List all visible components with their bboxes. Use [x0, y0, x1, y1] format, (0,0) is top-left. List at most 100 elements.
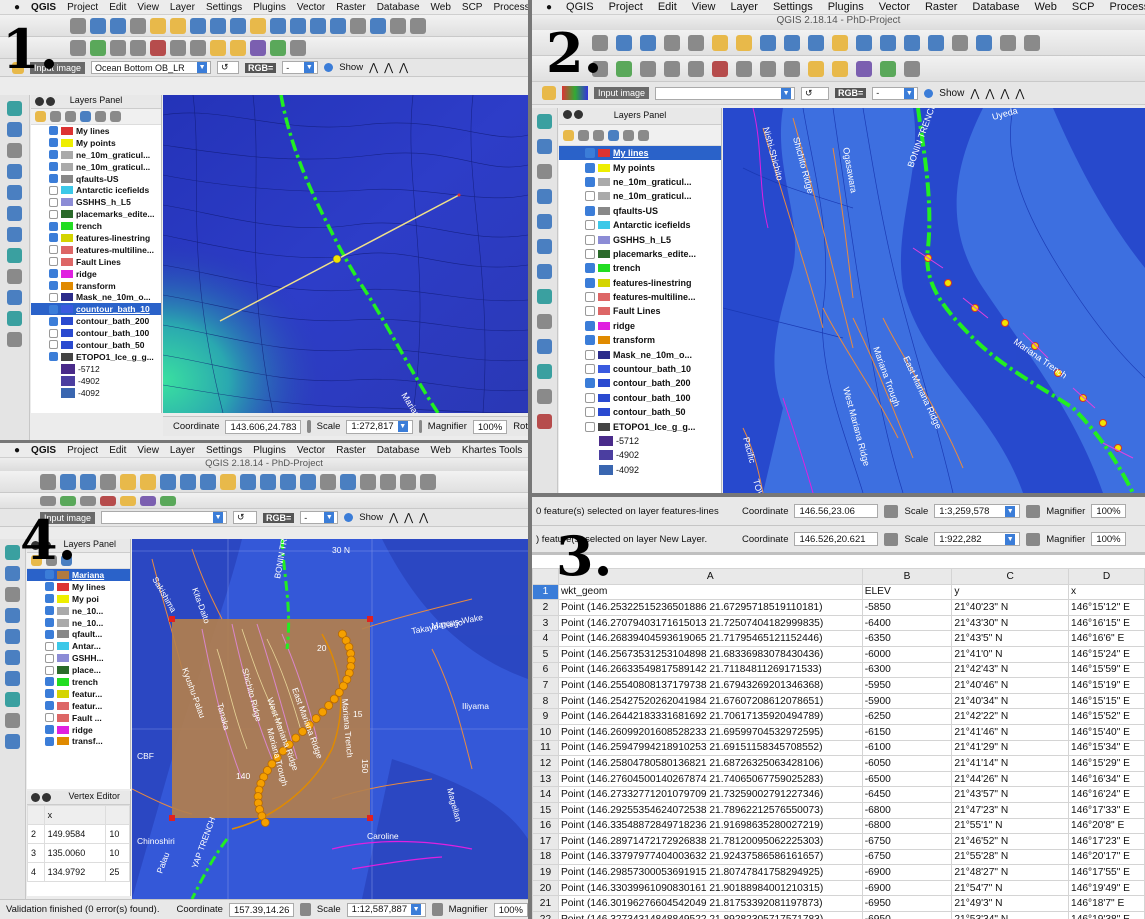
zoom-selection-icon[interactable] — [270, 17, 286, 34]
layer-visibility-checkbox[interactable] — [49, 269, 58, 279]
magnifier-field[interactable]: 100% — [472, 419, 508, 434]
table-cell[interactable]: Point (146.26442183331681692 21.70617135… — [557, 708, 863, 725]
layer-visibility-checkbox[interactable] — [45, 701, 54, 711]
table-cell[interactable]: 21°55'1" N — [951, 817, 1070, 835]
add-wcs-icon[interactable] — [537, 264, 552, 279]
table-cell[interactable]: Point (146.25804780580136821 21.68726325… — [557, 755, 863, 772]
row-number[interactable]: 1 — [532, 583, 559, 601]
pan-to-selection-icon[interactable] — [736, 34, 752, 51]
layer-visibility-checkbox[interactable] — [49, 209, 58, 219]
row-number[interactable]: 12 — [532, 755, 559, 772]
select-icon[interactable] — [1024, 34, 1040, 51]
menu-processing[interactable]: Processing — [493, 2, 528, 13]
row-number[interactable]: 9 — [532, 708, 559, 725]
identify-icon[interactable] — [1000, 34, 1016, 51]
map-canvas[interactable]: BONIN TRENCH Uyeda Nishi-Shichito Shichito … — [723, 108, 1145, 493]
layer-row[interactable]: ne_10m_graticul... — [31, 149, 161, 161]
menu-processing[interactable]: Processing — [1110, 1, 1145, 13]
layer-row[interactable]: features-multiline... — [559, 290, 721, 304]
identify-icon[interactable] — [360, 473, 376, 490]
add-feature-icon[interactable] — [110, 39, 126, 56]
layer-row[interactable]: transform — [31, 280, 161, 292]
table-cell[interactable]: Point (146.27604500140267874 21.74065067… — [557, 770, 863, 788]
table-cell[interactable]: 21°41'0" N — [951, 645, 1070, 663]
magnifier-field[interactable]: 100% — [493, 902, 528, 917]
gps-icon[interactable] — [537, 389, 552, 404]
layer-visibility-checkbox[interactable] — [49, 126, 58, 136]
add-vector2-icon[interactable] — [537, 364, 552, 379]
layer-visibility-checkbox[interactable] — [585, 191, 595, 202]
add-wms-icon[interactable] — [7, 206, 22, 221]
table-cell[interactable]: 146°18'7" E — [1068, 895, 1145, 913]
add-oracle-icon[interactable] — [7, 290, 22, 305]
layer-row[interactable]: My points — [31, 137, 161, 149]
refresh-raster-button[interactable]: ↺ — [233, 511, 258, 524]
table-cell[interactable]: -6000 — [861, 645, 953, 663]
table-cell[interactable]: Point (146.33548872849718236 21.91698635… — [557, 817, 863, 835]
layer-row[interactable]: featur... — [27, 700, 130, 712]
add-oracle-icon[interactable] — [5, 734, 20, 749]
layer-row[interactable]: Antar... — [27, 640, 130, 652]
diagram-icon[interactable] — [250, 39, 266, 56]
zoom-actual-icon[interactable] — [200, 473, 216, 490]
plugin-icon[interactable] — [270, 39, 286, 56]
layer-visibility-checkbox[interactable] — [49, 352, 58, 362]
add-wms-icon[interactable] — [537, 239, 552, 254]
table-cell[interactable]: Point (146.30196276604542049 21.81753392… — [557, 895, 863, 913]
add-vector-icon[interactable] — [5, 545, 20, 560]
table-cell[interactable]: 146°15'12" E — [1068, 599, 1145, 616]
coordinate-field[interactable]: 146.56,23.06 — [794, 504, 879, 518]
row-number[interactable]: 16 — [532, 817, 559, 835]
add-spatialite-icon[interactable] — [5, 629, 20, 644]
table-cell[interactable]: -6050 — [861, 755, 953, 772]
app-menu[interactable]: QGIS — [31, 445, 56, 456]
table-cell[interactable]: 146°15'34" E — [1068, 739, 1145, 757]
layer-visibility-checkbox[interactable] — [585, 248, 595, 259]
table-cell[interactable]: Point (146.26633549817589142 21.71184811… — [557, 661, 863, 679]
map-canvas[interactable]: BONIN TRENCH 30 N Sakishima Kita-Daito Takay… — [132, 539, 528, 899]
save-as-icon[interactable] — [80, 473, 96, 490]
row-number[interactable]: 8 — [532, 692, 559, 710]
table-cell[interactable]: 21°46'52" N — [951, 833, 1070, 850]
layer-visibility-checkbox[interactable] — [49, 245, 58, 255]
vertex-row[interactable]: 2 149.9584 10 — [27, 824, 130, 844]
move-feature-icon[interactable] — [664, 60, 680, 77]
row-number[interactable]: 4 — [532, 630, 559, 647]
layer-row[interactable]: Mask_ne_10m_o... — [559, 347, 721, 361]
table-cell[interactable]: 146°15'29" E — [1068, 755, 1145, 772]
add-vector-icon[interactable] — [7, 101, 22, 116]
digitize-icon[interactable] — [90, 39, 106, 56]
add-feature-icon[interactable] — [80, 495, 96, 506]
select-icon[interactable] — [380, 473, 396, 490]
table-cell[interactable]: 21°54'7" N — [951, 879, 1070, 897]
table-cell[interactable]: -6750 — [861, 848, 953, 866]
layer-visibility-checkbox[interactable] — [585, 421, 595, 432]
zoom-last-icon[interactable] — [310, 17, 326, 34]
menu-view[interactable]: View — [137, 445, 159, 456]
filter-icon[interactable] — [80, 111, 91, 122]
zoom-full-icon[interactable] — [832, 34, 848, 51]
layer-visibility-checkbox[interactable] — [45, 736, 54, 746]
layer-row[interactable]: features-multiline... — [31, 244, 161, 256]
table-cell[interactable]: -6100 — [861, 739, 953, 757]
show-radio[interactable] — [924, 88, 934, 98]
menu-layer[interactable]: Layer — [730, 1, 758, 13]
table-cell[interactable]: -6750 — [861, 833, 953, 850]
band-plot-icon[interactable]: ⋀ — [399, 61, 408, 74]
add-group-icon[interactable] — [578, 129, 589, 141]
zoom-full-icon[interactable] — [250, 17, 266, 34]
add-postgis-icon[interactable] — [7, 164, 22, 179]
save-icon[interactable] — [60, 473, 76, 490]
layer-visibility-checkbox[interactable] — [585, 292, 595, 303]
scale-lock-icon[interactable] — [1026, 532, 1041, 546]
capture-icon[interactable] — [537, 414, 552, 429]
menu-web[interactable]: Web — [431, 445, 451, 456]
menu-plugins[interactable]: Plugins — [253, 445, 286, 456]
layer-row[interactable]: ne_10... — [27, 617, 130, 629]
table-cell[interactable]: Point (146.33797977404003632 21.92437586… — [557, 848, 863, 866]
cut-icon[interactable] — [170, 39, 186, 56]
zoom-selection-icon[interactable] — [856, 34, 872, 51]
table-cell[interactable]: 21°41'29" N — [951, 739, 1070, 757]
layer-visibility-checkbox[interactable] — [49, 185, 58, 195]
table-cell[interactable]: Point (146.26839404593619065 21.71795465… — [557, 630, 863, 647]
